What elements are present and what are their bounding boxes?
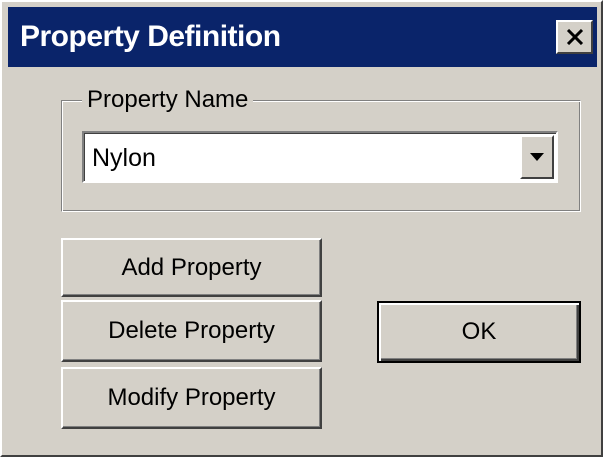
chevron-down-icon <box>530 153 544 161</box>
close-icon <box>566 29 583 45</box>
property-name-label: Property Name <box>82 87 254 113</box>
add-property-button[interactable]: Add Property <box>61 238 322 297</box>
modify-property-button[interactable]: Modify Property <box>61 367 322 429</box>
ok-button[interactable]: OK <box>377 301 581 363</box>
property-name-combobox[interactable]: Nylon <box>82 131 558 183</box>
close-button[interactable] <box>556 20 593 54</box>
property-name-value: Nylon <box>92 144 156 172</box>
dropdown-button[interactable] <box>520 135 554 179</box>
delete-property-button[interactable]: Delete Property <box>61 300 322 362</box>
dialog-title: Property Definition <box>20 20 281 53</box>
property-name-group: Property Name Nylon <box>61 87 581 212</box>
title-bar[interactable]: Property Definition <box>8 7 597 67</box>
property-definition-dialog: Property Definition Property Name Nylon … <box>0 0 603 457</box>
